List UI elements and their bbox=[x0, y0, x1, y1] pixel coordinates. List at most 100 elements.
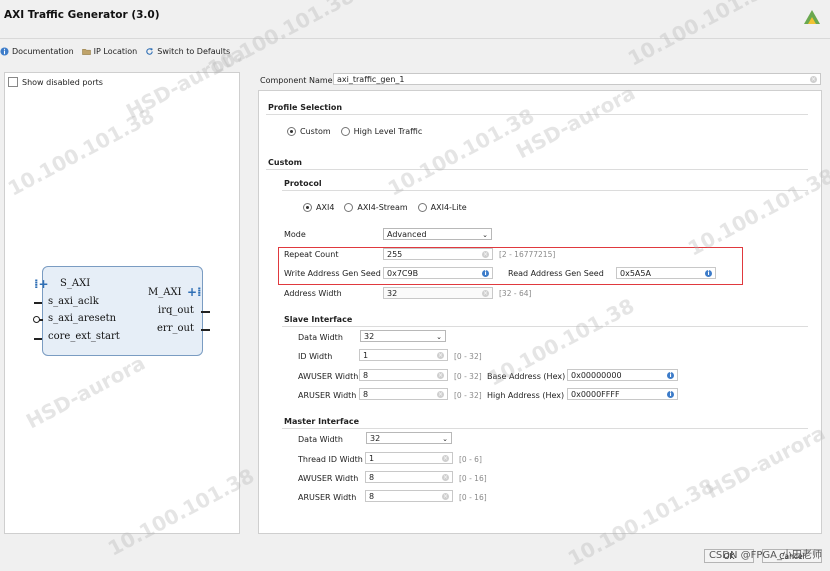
master-aruser-width-input[interactable]: 8 × bbox=[365, 490, 453, 502]
high-address-input[interactable]: 0x0000FFFF i bbox=[567, 388, 678, 400]
divider bbox=[282, 190, 808, 191]
s-axi-pin: ⁞+ bbox=[34, 277, 49, 291]
highlight-box bbox=[278, 247, 743, 285]
plus-icon: +⁞ bbox=[187, 285, 202, 299]
window-title: AXI Traffic Generator (3.0) bbox=[4, 9, 160, 21]
radio-axi4-label: AXI4 bbox=[316, 203, 335, 212]
radio-high-level-label: High Level Traffic bbox=[353, 127, 423, 136]
chevron-down-icon: ⌄ bbox=[442, 435, 448, 443]
radio-axi4-lite-label: AXI4-Lite bbox=[430, 203, 467, 212]
show-disabled-ports-checkbox[interactable] bbox=[8, 77, 18, 87]
pin-line bbox=[201, 329, 210, 331]
address-width-range: [32 - 64] bbox=[499, 289, 532, 298]
address-width-label: Address Width bbox=[284, 289, 342, 298]
base-address-value: 0x00000000 bbox=[571, 371, 622, 380]
radio-axi4-lite[interactable] bbox=[417, 203, 427, 212]
radio-axi4-stream[interactable] bbox=[344, 203, 354, 212]
pin-line bbox=[34, 338, 42, 340]
master-aruser-width-label: ARUSER Width bbox=[298, 493, 357, 502]
slave-aruser-width-range: [0 - 32] bbox=[454, 391, 482, 400]
master-aruser-width-range: [0 - 16] bbox=[459, 493, 487, 502]
clear-icon[interactable]: × bbox=[442, 474, 449, 481]
switch-defaults-label: Switch to Defaults bbox=[157, 46, 231, 56]
configuration-panel bbox=[258, 90, 822, 534]
component-name-input[interactable]: axi_traffic_gen_1 × bbox=[333, 73, 821, 85]
slave-awuser-width-input[interactable]: 8 × bbox=[359, 369, 448, 381]
address-width-value: 32 bbox=[387, 289, 398, 298]
switch-defaults-link[interactable]: Switch to Defaults bbox=[145, 47, 230, 56]
master-data-width-select[interactable]: 32 ⌄ bbox=[366, 432, 452, 444]
divider bbox=[266, 114, 808, 115]
radio-high-level-traffic[interactable] bbox=[340, 127, 350, 136]
info-icon bbox=[0, 46, 9, 56]
slave-awuser-width-label: AWUSER Width bbox=[298, 372, 359, 381]
address-width-input[interactable]: 32 × bbox=[383, 287, 493, 299]
m-axi-pin: +⁞ bbox=[187, 285, 202, 299]
pin-line bbox=[39, 319, 43, 321]
pin-line bbox=[201, 311, 210, 313]
documentation-link[interactable]: Documentation bbox=[0, 47, 74, 56]
ip-location-link[interactable]: IP Location bbox=[81, 47, 137, 56]
master-data-width-value: 32 bbox=[370, 434, 381, 443]
base-address-input[interactable]: 0x00000000 i bbox=[567, 369, 678, 381]
slave-data-width-label: Data Width bbox=[298, 333, 343, 342]
slave-awuser-width-range: [0 - 32] bbox=[454, 372, 482, 381]
vivado-logo-icon bbox=[804, 10, 820, 24]
master-aruser-width-value: 8 bbox=[369, 492, 375, 501]
master-awuser-width-input[interactable]: 8 × bbox=[365, 471, 453, 483]
info-icon[interactable]: i bbox=[667, 372, 674, 379]
watermark-text: 10.100.101.38 bbox=[623, 0, 779, 71]
clear-icon[interactable]: × bbox=[482, 290, 489, 297]
slave-data-width-select[interactable]: 32 ⌄ bbox=[360, 330, 446, 342]
info-icon[interactable]: i bbox=[667, 391, 674, 398]
radio-custom-label: Custom bbox=[300, 127, 331, 136]
thread-id-width-input[interactable]: 1 × bbox=[365, 452, 453, 464]
profile-radio-group: Custom High Level Traffic bbox=[287, 127, 422, 136]
clear-icon[interactable]: × bbox=[810, 76, 817, 83]
slave-id-width-range: [0 - 32] bbox=[454, 352, 482, 361]
divider bbox=[282, 326, 808, 327]
csdn-credit: CSDN @FPGA_小田老师 bbox=[708, 550, 822, 561]
clear-icon[interactable]: × bbox=[442, 493, 449, 500]
toolbar: Documentation IP Location Switch to Defa… bbox=[0, 44, 230, 58]
protocol-radio-group: AXI4 AXI4-Stream AXI4-Lite bbox=[303, 203, 467, 212]
slave-aruser-width-label: ARUSER Width bbox=[298, 391, 357, 400]
slave-id-width-label: ID Width bbox=[298, 352, 333, 361]
master-awuser-width-value: 8 bbox=[369, 473, 375, 482]
slave-awuser-width-value: 8 bbox=[363, 371, 369, 380]
port-core-ext-start: core_ext_start bbox=[48, 331, 120, 342]
clear-icon[interactable]: × bbox=[437, 391, 444, 398]
slave-aruser-width-input[interactable]: 8 × bbox=[359, 388, 448, 400]
component-name-value: axi_traffic_gen_1 bbox=[337, 75, 405, 84]
thread-id-width-label: Thread ID Width bbox=[298, 455, 363, 464]
slave-id-width-value: 1 bbox=[363, 351, 369, 360]
mode-label: Mode bbox=[284, 230, 306, 239]
master-data-width-label: Data Width bbox=[298, 435, 343, 444]
radio-axi4[interactable] bbox=[303, 203, 312, 212]
pin-line bbox=[34, 302, 42, 304]
port-s-axi-aclk: s_axi_aclk bbox=[48, 296, 99, 307]
slave-heading: Slave Interface bbox=[284, 315, 353, 324]
refresh-icon bbox=[146, 47, 154, 55]
slave-id-width-input[interactable]: 1 × bbox=[359, 349, 448, 361]
folder-icon bbox=[81, 48, 91, 55]
radio-custom[interactable] bbox=[287, 127, 296, 136]
divider bbox=[282, 428, 808, 429]
thread-id-width-range: [0 - 6] bbox=[459, 455, 482, 464]
clear-icon[interactable]: × bbox=[437, 372, 444, 379]
high-address-label: High Address (Hex) bbox=[487, 391, 565, 400]
mode-select[interactable]: Advanced ⌄ bbox=[383, 228, 492, 240]
profile-heading: Profile Selection bbox=[268, 103, 343, 112]
thread-id-width-value: 1 bbox=[369, 454, 375, 463]
chevron-down-icon: ⌄ bbox=[482, 231, 488, 239]
master-awuser-width-range: [0 - 16] bbox=[459, 474, 487, 483]
divider bbox=[266, 169, 808, 170]
radio-axi4-stream-label: AXI4-Stream bbox=[357, 203, 408, 212]
port-s-axi-aresetn: s_axi_aresetn bbox=[48, 313, 117, 324]
clear-icon[interactable]: × bbox=[437, 352, 444, 359]
base-address-label: Base Address (Hex) bbox=[487, 372, 566, 381]
documentation-label: Documentation bbox=[12, 46, 74, 56]
protocol-heading: Protocol bbox=[284, 179, 322, 188]
clear-icon[interactable]: × bbox=[442, 455, 449, 462]
show-disabled-ports-row[interactable]: Show disabled ports bbox=[8, 77, 103, 87]
